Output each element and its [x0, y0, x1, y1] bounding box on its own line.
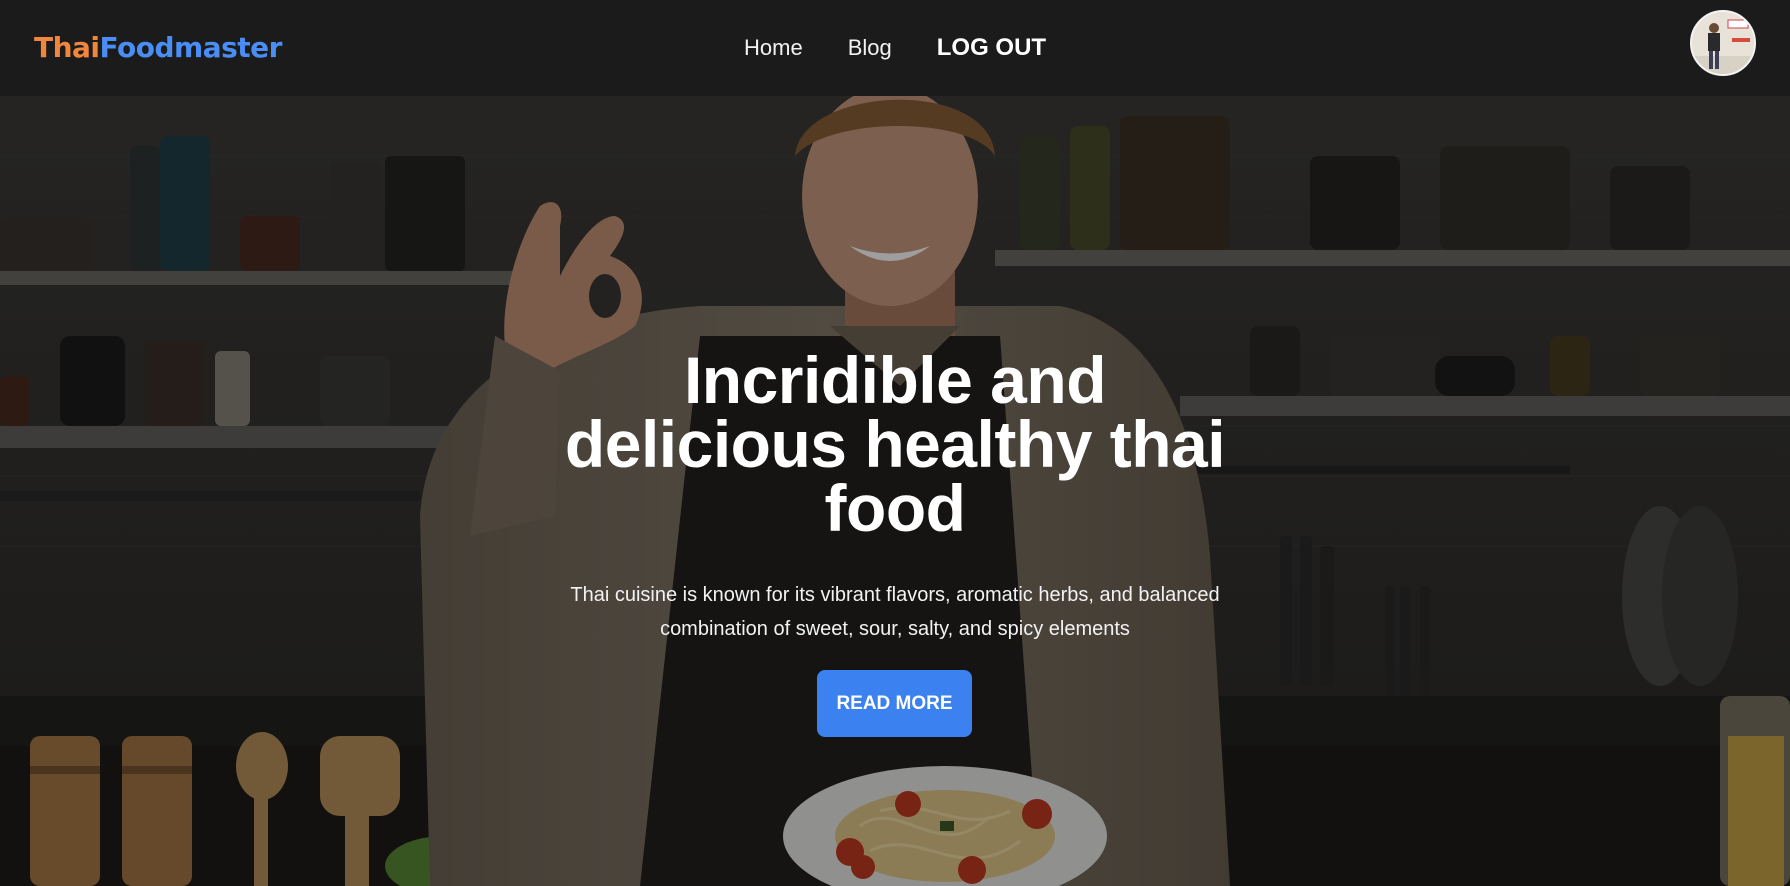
hero-subtitle: Thai cuisine is known for its vibrant fl…: [570, 584, 1220, 640]
hero-title: Incridible and delicious healthy thai fo…: [564, 343, 1226, 545]
avatar-photo-icon: [1692, 12, 1754, 74]
main-nav: Home Blog LOG OUT: [744, 30, 1046, 66]
site-logo[interactable]: ThaiFoodmaster: [34, 30, 282, 66]
read-more-button[interactable]: READ MORE: [817, 670, 972, 737]
top-navbar: ThaiFoodmaster Home Blog LOG OUT: [0, 0, 1790, 96]
nav-home-link[interactable]: Home: [744, 30, 803, 66]
hero-section: Incridible and delicious healthy thai fo…: [0, 96, 1790, 886]
logo-foodmaster-text: Foodmaster: [99, 31, 283, 64]
nav-blog-link[interactable]: Blog: [848, 30, 892, 66]
logo-thai-text: Thai: [34, 31, 100, 64]
user-avatar[interactable]: [1690, 10, 1756, 76]
logout-link[interactable]: LOG OUT: [937, 30, 1046, 66]
